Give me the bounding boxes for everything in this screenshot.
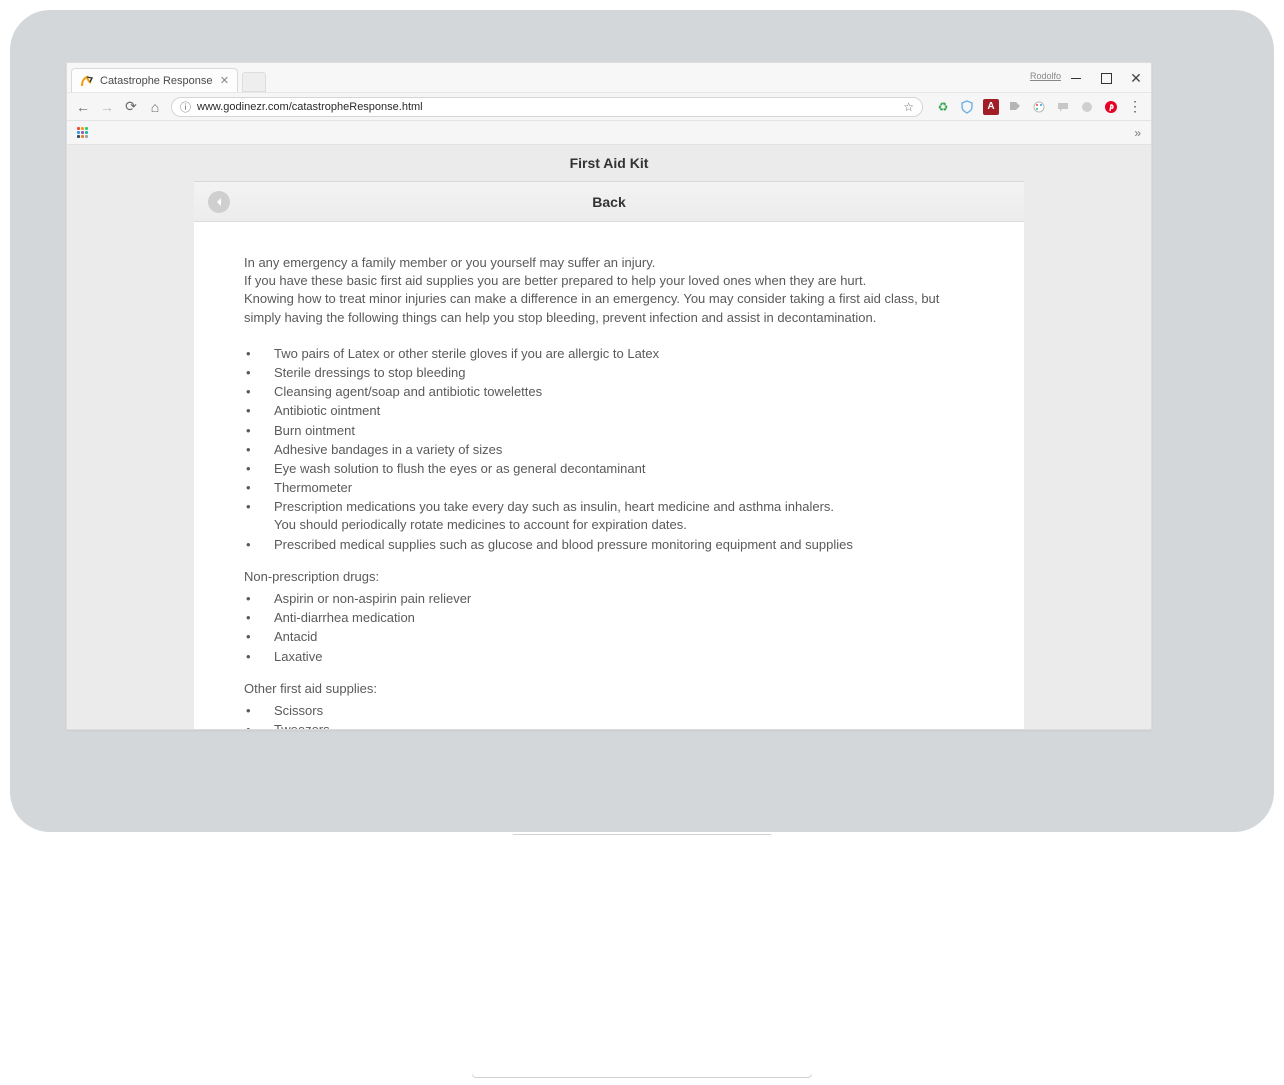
nav-home-icon[interactable]: ⌂ (147, 99, 163, 115)
site-info-icon[interactable]: ⓘ (180, 99, 191, 115)
window-controls: ✕ (1061, 63, 1151, 93)
page-viewport: First Aid Kit Back In any emergency a fa… (67, 145, 1151, 729)
extension-chat-icon[interactable] (1055, 99, 1071, 115)
back-label: Back (194, 194, 1024, 210)
intro-line: Knowing how to treat minor injuries can … (244, 290, 974, 326)
list-item: Cleansing agent/soap and antibiotic towe… (244, 383, 974, 401)
extension-shield-icon[interactable] (959, 99, 975, 115)
list-item: Antibiotic ointment (244, 402, 974, 420)
browser-menu-icon[interactable]: ⋮ (1127, 99, 1143, 115)
list-item: Prescription medications you take every … (244, 498, 974, 534)
content-panel: Back In any emergency a family member or… (194, 181, 1024, 729)
tab-close-icon[interactable]: ✕ (219, 74, 231, 86)
first-aid-kit-list: Two pairs of Latex or other sterile glov… (244, 345, 974, 554)
list-item: Laxative (244, 648, 974, 666)
list-item-subtext: You should periodically rotate medicines… (274, 516, 974, 534)
nav-back-icon[interactable]: ← (75, 99, 91, 115)
monitor-stand (472, 834, 812, 1078)
address-bar[interactable]: ⓘ ☆ (171, 97, 923, 117)
nonrx-heading: Non-prescription drugs: (244, 568, 974, 586)
extension-bar: ♻ A (931, 99, 1143, 115)
bookmarks-overflow-icon[interactable]: » (1134, 126, 1141, 140)
new-tab-button[interactable] (242, 72, 266, 92)
list-item: Prescribed medical supplies such as gluc… (244, 536, 974, 554)
nonrx-list: Aspirin or non-aspirin pain relieverAnti… (244, 590, 974, 666)
page-title: First Aid Kit (67, 155, 1151, 171)
profile-name[interactable]: Rodolfo (1030, 71, 1061, 81)
nav-forward-icon: → (99, 99, 115, 115)
extension-tag-icon[interactable] (1007, 99, 1023, 115)
browser-toolbar: ← → ⟳ ⌂ ⓘ ☆ ♻ A (67, 93, 1151, 121)
list-item: Two pairs of Latex or other sterile glov… (244, 345, 974, 363)
browser-tab[interactable]: Catastrophe Response ✕ (71, 68, 238, 92)
intro-line: In any emergency a family member or you … (244, 254, 974, 272)
window-maximize-button[interactable] (1091, 63, 1121, 93)
list-item: Scissors (244, 702, 974, 720)
browser-window: Catastrophe Response ✕ Rodolfo ✕ ← → ⟳ ⌂ (66, 62, 1152, 730)
tab-strip: Catastrophe Response ✕ (67, 63, 1151, 92)
intro-paragraph: In any emergency a family member or you … (244, 254, 974, 327)
other-heading: Other first aid supplies: (244, 680, 974, 698)
list-item: Adhesive bandages in a variety of sizes (244, 441, 974, 459)
list-item: Tweezers (244, 721, 974, 729)
list-item: Aspirin or non-aspirin pain reliever (244, 590, 974, 608)
bookmark-star-icon[interactable]: ☆ (903, 100, 914, 114)
extension-adobe-icon[interactable]: A (983, 99, 999, 115)
apps-icon[interactable] (77, 127, 88, 138)
list-item: Eye wash solution to flush the eyes or a… (244, 460, 974, 478)
url-input[interactable] (197, 101, 897, 113)
intro-line: If you have these basic first aid suppli… (244, 272, 974, 290)
titlebar: Catastrophe Response ✕ Rodolfo ✕ (67, 63, 1151, 93)
window-close-button[interactable]: ✕ (1121, 63, 1151, 93)
nav-reload-icon[interactable]: ⟳ (123, 99, 139, 115)
list-item: Anti-diarrhea medication (244, 609, 974, 627)
article-body: In any emergency a family member or you … (194, 222, 1024, 729)
extension-recycle-icon[interactable]: ♻ (935, 99, 951, 115)
window-minimize-button[interactable] (1061, 63, 1091, 93)
page-header: First Aid Kit (67, 145, 1151, 181)
list-item: Sterile dressings to stop bleeding (244, 364, 974, 382)
list-item: Thermometer (244, 479, 974, 497)
tab-favicon-icon (80, 74, 94, 88)
extension-palette-icon[interactable] (1031, 99, 1047, 115)
tab-label: Catastrophe Response (100, 75, 213, 87)
list-item: Antacid (244, 628, 974, 646)
monitor-frame: Catastrophe Response ✕ Rodolfo ✕ ← → ⟳ ⌂ (10, 10, 1274, 832)
list-item: Burn ointment (244, 422, 974, 440)
bookmarks-bar: » (67, 121, 1151, 145)
extension-pinterest-icon[interactable] (1103, 99, 1119, 115)
extension-circle-icon[interactable] (1079, 99, 1095, 115)
back-button[interactable]: Back (194, 182, 1024, 222)
other-supplies-list: ScissorsTweezersTube of petroleum jelly … (244, 702, 974, 729)
